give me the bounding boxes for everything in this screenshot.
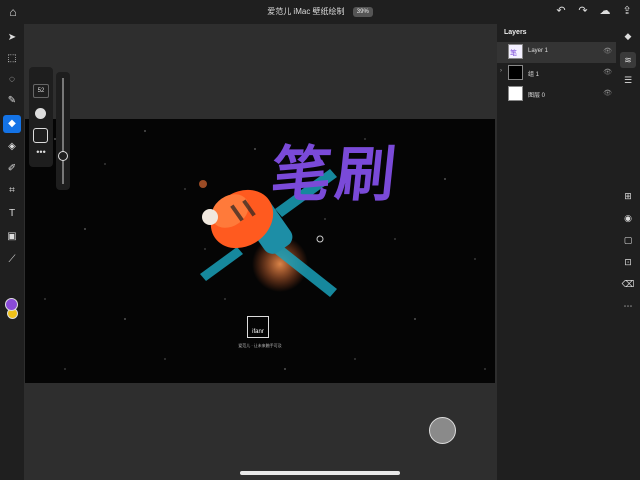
fill-icon[interactable]: ◈ — [3, 138, 21, 156]
lasso-icon[interactable]: ◌ — [3, 71, 21, 89]
document-title[interactable]: 爱范儿 iMac 壁纸绘制 — [267, 7, 344, 16]
visibility-eye-icon[interactable]: 👁 — [603, 47, 612, 55]
layer-name: 图层 0 — [528, 93, 546, 99]
ifanr-slogan: 爱范儿 · 让未来触手可及 — [238, 343, 282, 348]
more-icon[interactable]: ⋯ — [620, 298, 636, 314]
layer-thumbnail: 笔 — [508, 44, 523, 59]
touch-shortcut-button[interactable] — [429, 417, 456, 444]
layer-row[interactable]: › 组 1 👁 — [497, 63, 616, 84]
layers-title: Layers — [504, 29, 527, 36]
transform-icon[interactable]: ⬚ — [3, 50, 21, 68]
layers-panel: Layers 笔 Layer 1 👁 › 组 1 👁 图层 0 👁 — [497, 24, 616, 480]
left-toolbar: ➤ ⬚ ◌ ✎ ◆ ◈ ✐ ⌗ T ▣ ⟋ — [0, 24, 24, 480]
add-layer-icon[interactable]: ⊞ — [620, 188, 636, 204]
top-bar: ⌂ 爱范儿 iMac 壁纸绘制 39% ↶ ↷ ☁ ⇪ — [0, 0, 640, 24]
type-icon[interactable]: T — [3, 205, 21, 223]
layers-icon[interactable]: ◆ — [620, 28, 636, 44]
layer-thumbnail — [508, 86, 523, 101]
brush-icon[interactable]: ✎ — [3, 92, 21, 110]
visibility-eye-icon[interactable]: 👁 — [603, 89, 612, 97]
primary-color-swatch[interactable] — [5, 298, 18, 311]
mask-icon[interactable]: ▢ — [620, 232, 636, 248]
document-title-area: 爱范儿 iMac 壁纸绘制 39% — [0, 6, 640, 17]
undo-icon[interactable]: ↶ — [554, 4, 568, 18]
layer-name: 组 1 — [528, 72, 540, 78]
layer-row[interactable]: 笔 Layer 1 👁 — [497, 42, 616, 63]
brush-shape-icon[interactable] — [33, 128, 48, 143]
brush-tip-icon[interactable] — [35, 108, 46, 119]
cloud-icon[interactable]: ☁ — [598, 4, 612, 18]
clear-icon[interactable]: ⌫ — [620, 276, 636, 292]
merge-icon[interactable]: ⊡ — [620, 254, 636, 270]
visibility-eye-icon[interactable]: 👁 — [603, 68, 612, 76]
visibility-icon[interactable]: ◉ — [620, 210, 636, 226]
solar-panel-left — [200, 247, 243, 281]
home-icon[interactable]: ⌂ — [6, 5, 20, 19]
zoom-level-badge[interactable]: 39% — [352, 6, 373, 17]
brush-panel: 52 ••• — [29, 67, 53, 167]
slider-line — [62, 78, 64, 184]
image-icon[interactable]: ▣ — [3, 228, 21, 246]
share-icon[interactable]: ⇪ — [620, 4, 634, 18]
eraser-icon[interactable]: ◆ — [3, 115, 21, 133]
smudge-icon[interactable]: ✐ — [3, 160, 21, 178]
brush-size-slider[interactable] — [56, 72, 70, 190]
adjustments-icon[interactable]: ☰ — [620, 72, 636, 88]
redo-icon[interactable]: ↷ — [576, 4, 590, 18]
layer-name: Layer 1 — [528, 48, 549, 54]
svg-text:笔: 笔 — [510, 48, 517, 57]
brush-more-button[interactable]: ••• — [33, 148, 49, 159]
slider-knob[interactable] — [58, 151, 68, 161]
handwritten-brush-text: 笔刷 — [267, 140, 404, 210]
ifanr-logo: ifanr — [247, 316, 269, 338]
layer-properties-icon[interactable]: ≋ — [620, 52, 636, 68]
home-indicator[interactable] — [240, 471, 400, 475]
top-actions: ↶ ↷ ☁ ⇪ — [554, 4, 634, 18]
layer-thumbnail — [508, 65, 523, 80]
eyedropper-icon[interactable]: ⟋ — [3, 251, 21, 269]
brush-size-value[interactable]: 52 — [33, 84, 49, 98]
chevron-right-icon[interactable]: › — [500, 68, 502, 74]
crop-icon[interactable]: ⌗ — [3, 182, 21, 200]
right-toolbar: ◆ ≋ ☰ ⊞ ◉ ▢ ⊡ ⌫ ⋯ — [616, 24, 640, 480]
layer-row[interactable]: 图层 0 👁 — [497, 84, 616, 105]
select-icon[interactable]: ➤ — [3, 29, 21, 47]
